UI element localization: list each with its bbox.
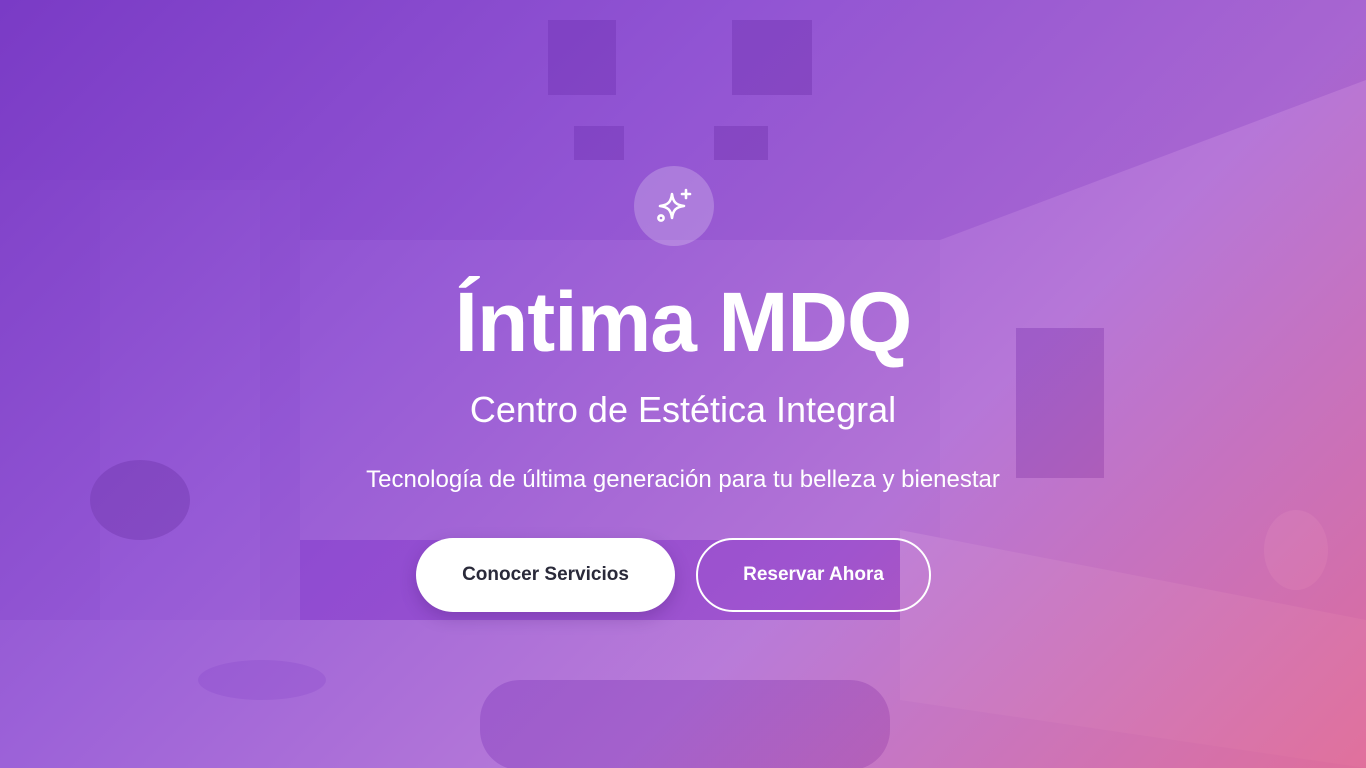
hero-section: Íntima MDQ Centro de Estética Integral T…: [0, 0, 1366, 768]
hero-content: Íntima MDQ Centro de Estética Integral T…: [0, 0, 1366, 768]
page-title: Íntima MDQ: [454, 275, 913, 369]
reservar-ahora-button[interactable]: Reservar Ahora: [696, 538, 931, 612]
sparkles-icon: [634, 166, 714, 246]
page-subtitle: Centro de Estética Integral: [469, 389, 897, 430]
tagline: Tecnología de última generación para tu …: [366, 466, 1000, 493]
conocer-servicios-button[interactable]: Conocer Servicios: [416, 538, 675, 612]
